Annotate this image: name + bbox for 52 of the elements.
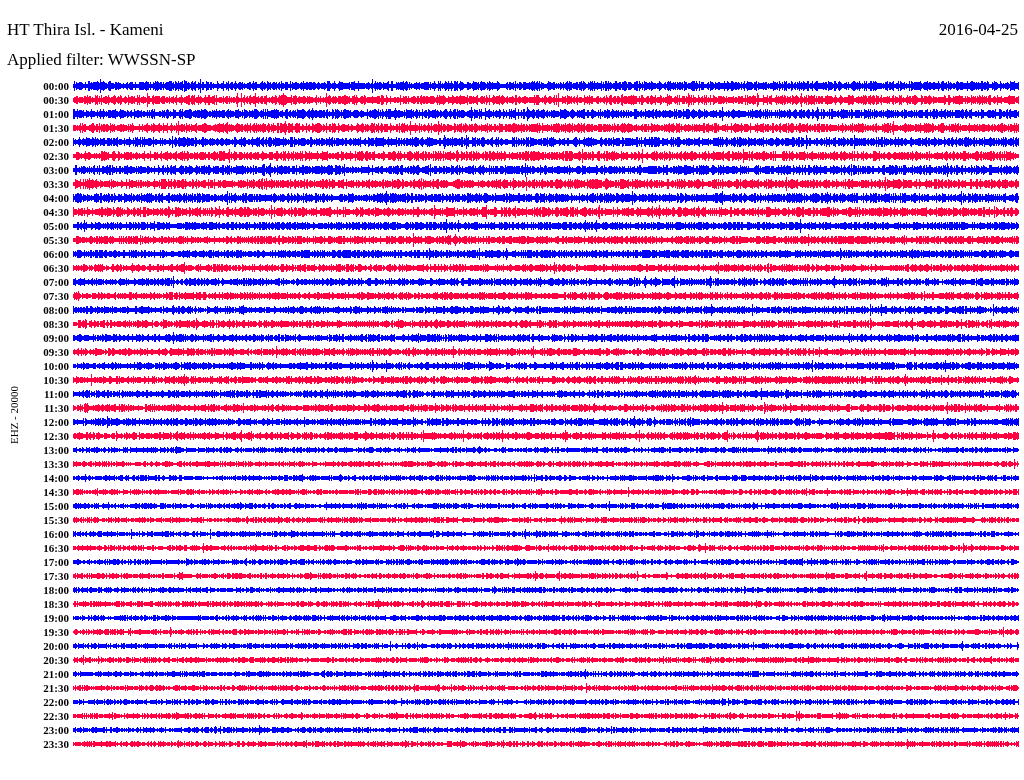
time-label: 22:30 xyxy=(42,709,70,723)
time-label: 00:30 xyxy=(42,93,70,107)
time-label: 18:30 xyxy=(42,597,70,611)
time-label: 02:00 xyxy=(42,135,70,149)
time-label: 11:30 xyxy=(42,401,70,415)
time-label: 20:00 xyxy=(42,639,70,653)
time-label: 18:00 xyxy=(42,583,70,597)
time-label: 16:30 xyxy=(42,541,70,555)
time-label: 06:00 xyxy=(42,247,70,261)
time-label: 17:30 xyxy=(42,569,70,583)
time-label: 14:30 xyxy=(42,485,70,499)
time-label: 15:00 xyxy=(42,499,70,513)
time-label: 00:00 xyxy=(42,79,70,93)
time-label: 13:00 xyxy=(42,443,70,457)
time-label: 23:00 xyxy=(42,723,70,737)
time-label: 12:00 xyxy=(42,415,70,429)
time-label: 22:00 xyxy=(42,695,70,709)
time-label: 03:30 xyxy=(42,177,70,191)
time-label: 23:30 xyxy=(42,737,70,751)
time-label: 11:00 xyxy=(42,387,70,401)
time-label: 05:00 xyxy=(42,219,70,233)
time-label: 21:00 xyxy=(42,667,70,681)
filter-label: Applied filter: WWSSN-SP xyxy=(7,50,197,71)
time-label: 13:30 xyxy=(42,457,70,471)
time-label: 15:30 xyxy=(42,513,70,527)
time-label: 21:30 xyxy=(42,681,70,695)
time-label: 07:30 xyxy=(42,289,70,303)
time-label: 04:00 xyxy=(42,191,70,205)
time-label: 04:30 xyxy=(42,205,70,219)
time-label: 08:00 xyxy=(42,303,70,317)
time-label: 03:00 xyxy=(42,163,70,177)
time-label: 12:30 xyxy=(42,429,70,443)
time-label: 17:00 xyxy=(42,555,70,569)
time-label: 05:30 xyxy=(42,233,70,247)
time-label: 20:30 xyxy=(42,653,70,667)
time-label: 14:00 xyxy=(42,471,70,485)
date-label: 2016-04-25 xyxy=(938,20,1018,40)
time-label: 19:30 xyxy=(42,625,70,639)
time-label: 06:30 xyxy=(42,261,70,275)
time-label: 08:30 xyxy=(42,317,70,331)
time-label: 01:00 xyxy=(42,107,70,121)
time-label: 09:30 xyxy=(42,345,70,359)
time-label: 19:00 xyxy=(42,611,70,625)
time-label: 09:00 xyxy=(42,331,70,345)
time-label: 01:30 xyxy=(42,121,70,135)
station-title: HT Thira Isl. - Kameni xyxy=(7,20,164,40)
time-label: 10:30 xyxy=(42,373,70,387)
time-label: 10:00 xyxy=(42,359,70,373)
time-label: 16:00 xyxy=(42,527,70,541)
time-label: 07:00 xyxy=(42,275,70,289)
axis-label: EHZ - 20000 xyxy=(8,386,20,444)
time-label: 02:30 xyxy=(42,149,70,163)
